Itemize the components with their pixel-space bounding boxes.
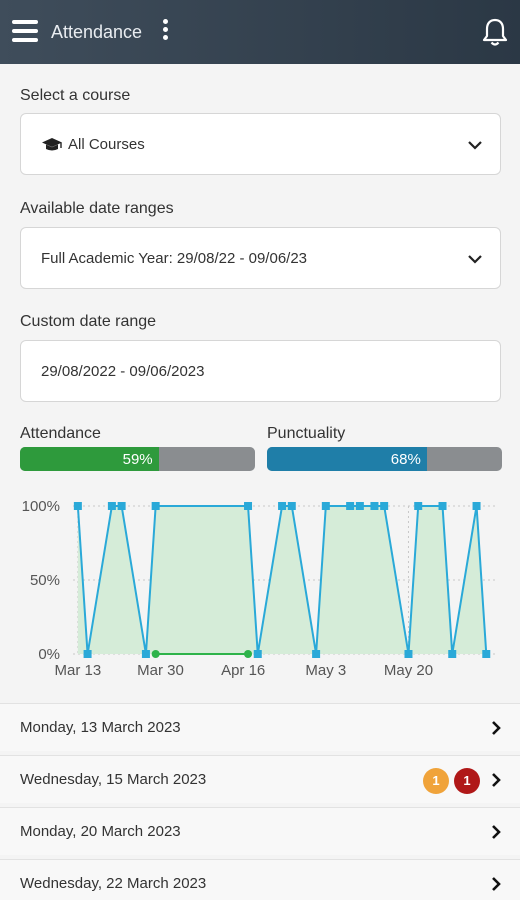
data-point	[355, 502, 364, 510]
punctuality-label: Punctuality	[267, 425, 346, 442]
notifications-bell-icon[interactable]	[481, 17, 509, 47]
date-range-select[interactable]: Full Academic Year: 29/08/22 - 09/06/23	[20, 227, 501, 289]
day-row-label: Monday, 13 March 2023	[20, 719, 181, 736]
punctuality-bar-fill: 68%	[267, 447, 427, 471]
data-point	[312, 650, 321, 658]
custom-range-label: Custom date range	[20, 313, 157, 330]
chevron-right-icon	[492, 825, 501, 839]
attendance-percent: 59%	[122, 451, 153, 468]
punctuality-percent: 68%	[390, 451, 421, 468]
day-row-label: Monday, 20 March 2023	[20, 823, 181, 840]
data-point	[244, 650, 253, 658]
data-point	[107, 502, 116, 510]
menu-icon[interactable]	[12, 20, 38, 42]
more-options-icon[interactable]	[160, 19, 170, 43]
course-label: Select a course	[20, 87, 131, 104]
attendance-bar: 59%	[20, 447, 255, 471]
x-tick-label: May 20	[384, 662, 433, 679]
x-tick-label: Mar 30	[137, 662, 184, 679]
x-tick-label: Apr 16	[221, 662, 265, 679]
attendance-label: Attendance	[20, 425, 101, 442]
data-point	[380, 502, 389, 510]
x-tick-label: Mar 13	[55, 662, 102, 679]
custom-date-range-value: 29/08/2022 - 09/06/2023	[41, 363, 205, 380]
data-point	[141, 650, 150, 658]
data-point	[244, 502, 253, 510]
data-point	[278, 502, 287, 510]
chevron-down-icon	[468, 255, 482, 264]
attendance-chart: 100% 50% 0%Mar 13 Mar 30 Apr 16 May 3 May 20	[22, 498, 496, 679]
course-select-value: All Courses	[68, 136, 145, 153]
data-point	[370, 502, 379, 510]
data-point	[151, 502, 160, 510]
attendance-bar-fill: 59%	[20, 447, 159, 471]
data-point	[321, 502, 330, 510]
punctuality-bar: 68%	[267, 447, 502, 471]
status-badge: 1	[454, 768, 480, 794]
data-point	[438, 502, 447, 510]
y-tick-label: 50%	[30, 572, 60, 589]
day-row[interactable]: Wednesday, 15 March 2023 1 1	[0, 755, 520, 803]
data-point	[346, 502, 355, 510]
chevron-right-icon	[492, 877, 501, 891]
data-point	[253, 650, 262, 658]
chevron-right-icon	[492, 773, 501, 787]
data-point	[83, 650, 92, 658]
chevron-right-icon	[492, 721, 501, 735]
day-row[interactable]: Monday, 20 March 2023	[0, 807, 520, 855]
data-point	[73, 502, 82, 510]
custom-date-range-input[interactable]: 29/08/2022 - 09/06/2023	[20, 340, 501, 402]
data-point	[404, 650, 413, 658]
page-title: Attendance	[51, 22, 143, 42]
app-header: Attendance	[0, 0, 520, 64]
day-row[interactable]: Monday, 13 March 2023	[0, 703, 520, 751]
y-tick-label: 0%	[38, 646, 60, 663]
data-point	[151, 650, 160, 658]
data-point	[482, 650, 491, 658]
data-point	[287, 502, 296, 510]
data-point	[117, 502, 126, 510]
date-ranges-label: Available date ranges	[20, 200, 174, 217]
day-row-label: Wednesday, 22 March 2023	[20, 875, 207, 892]
course-select[interactable]: All Courses	[20, 113, 501, 175]
status-badge: 1	[423, 768, 449, 794]
day-row-label: Wednesday, 15 March 2023	[20, 771, 207, 788]
attendance-day-list: Monday, 13 March 2023 Wednesday, 15 March…	[0, 703, 520, 900]
date-range-select-value: Full Academic Year: 29/08/22 - 09/06/23	[41, 250, 308, 267]
data-point	[414, 502, 423, 510]
data-point	[472, 502, 481, 510]
chevron-down-icon	[468, 141, 482, 150]
graduation-cap-icon	[42, 138, 62, 151]
y-tick-label: 100%	[22, 498, 60, 515]
data-point	[448, 650, 457, 658]
x-tick-label: May 3	[305, 662, 346, 679]
day-row[interactable]: Wednesday, 22 March 2023	[0, 859, 520, 900]
